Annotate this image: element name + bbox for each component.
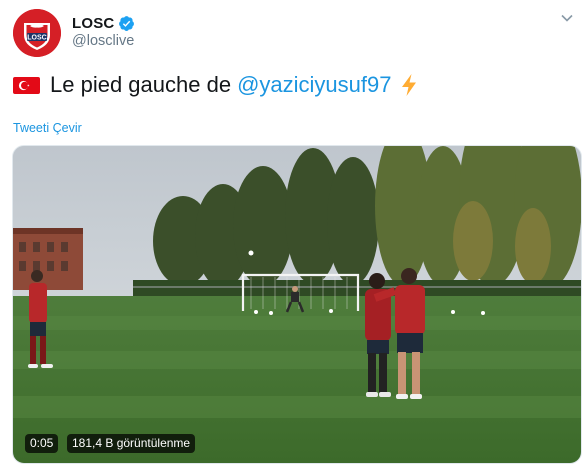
translate-tweet-link[interactable]: Tweeti Çevir (13, 121, 82, 135)
lightning-bolt-icon (402, 74, 417, 96)
tweet-card: LOSC LOSC @losclive Le pied gauche de @y… (0, 0, 586, 470)
author-display-name[interactable]: LOSC (72, 15, 114, 32)
mention-link[interactable]: @yaziciyusuf97 (237, 71, 391, 99)
video-frame (13, 146, 581, 463)
author-handle[interactable]: @losclive (72, 33, 134, 49)
video-timestamp: 0:05 (25, 434, 59, 453)
video-player[interactable]: 0:05 181,4 B görüntülenme (12, 145, 582, 464)
avatar[interactable]: LOSC (13, 9, 61, 57)
author-name-row: LOSC (72, 13, 135, 33)
tweet-text: Le pied gauche de (50, 72, 232, 97)
logo-text: LOSC (27, 35, 46, 42)
losc-logo-icon: LOSC (13, 9, 61, 57)
verified-badge-icon (119, 15, 135, 31)
turkey-flag-icon (13, 76, 40, 94)
video-view-count: 181,4 B görüntülenme (67, 434, 196, 453)
tweet-body: Le pied gauche de @yaziciyusuf97 (13, 71, 419, 99)
chevron-down-icon[interactable] (561, 14, 573, 22)
